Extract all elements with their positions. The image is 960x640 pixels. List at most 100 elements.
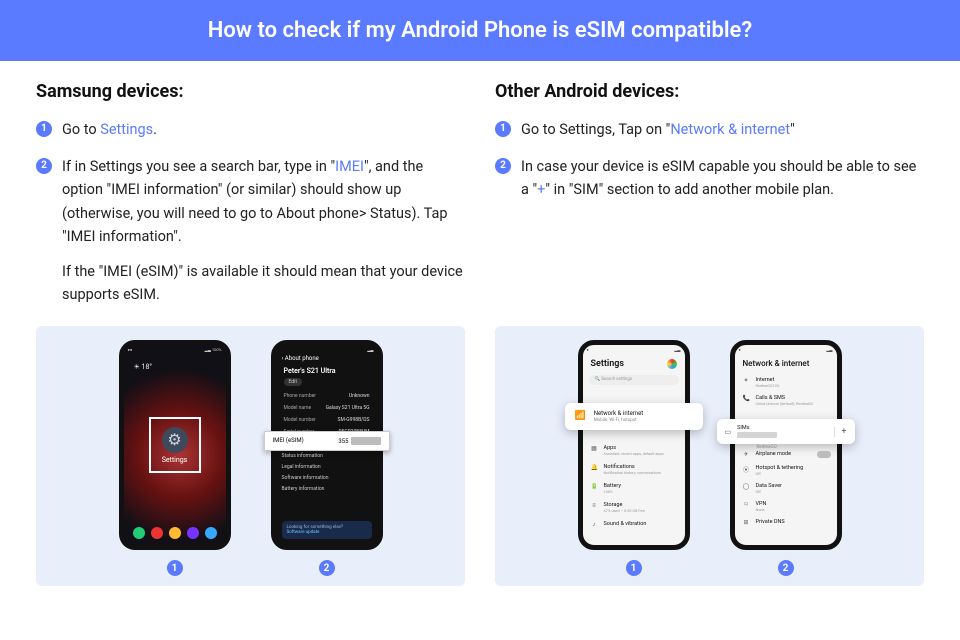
status-bar: ●▂▃: [587, 347, 681, 352]
item-icon: ≡: [591, 502, 598, 509]
other-shot-2: ●▂▃ Network & internet ✶InternetRedteaGO…: [730, 340, 842, 576]
search-field: 🔍 Search settings: [589, 375, 679, 385]
item-title: Private DNS: [756, 519, 785, 525]
item-title: Sound & vibration: [604, 521, 647, 527]
phone-settings: ●▂▃ Settings 🔍 Search settings 📶 Network…: [578, 340, 690, 550]
step: 2 In case your device is eSIM capable you…: [495, 155, 924, 201]
samsung-heading: Samsung devices:: [36, 81, 465, 102]
list-item: ▦AppsAssistant, recent apps, default app…: [591, 445, 677, 456]
step-body: In case your device is eSIM capable you …: [521, 155, 924, 201]
list-item: ✈ Airplane mode: [743, 451, 829, 458]
status-bar: ●▂▃: [739, 347, 833, 352]
other-gallery: ●▂▃ Settings 🔍 Search settings 📶 Network…: [495, 326, 924, 586]
shot-number: 2: [778, 560, 794, 576]
item-sub: Notification history, conversations: [604, 470, 661, 475]
item-icon: 📞: [743, 395, 750, 402]
status-bar: ▂▃: [280, 347, 374, 352]
item-icon: 🔔: [591, 464, 598, 471]
info-row: Legal information: [282, 464, 372, 470]
item-sub: Assistant, recent apps, default apps: [604, 451, 664, 456]
page-header: How to check if my Android Phone is eSIM…: [0, 0, 960, 61]
list-item: ◯Data SaverOff: [743, 483, 829, 494]
item-sub: 100%: [604, 489, 621, 494]
samsung-gallery: ●●▂▃ 100% ☀ 18° Settings 1 ▂▃ ‹ About ph…: [36, 326, 465, 586]
item-sub: Off: [756, 471, 804, 476]
list-item: ♪ Sound & vibration: [591, 521, 677, 528]
plus-icon: +: [834, 427, 846, 437]
shot-number: 1: [167, 560, 183, 576]
network-list-bottom: ✈Airplane mode⦿Hotspot & tetheringOff◯Da…: [743, 451, 829, 526]
help-footer: Looking for something else? Software upd…: [282, 521, 372, 539]
info-row: Model numberSM-G998B/DS: [282, 415, 372, 425]
samsung-shot-1: ●●▂▃ 100% ☀ 18° Settings 1: [119, 340, 231, 576]
info-row: Software information: [282, 475, 372, 481]
item-icon: ⌑: [743, 501, 750, 508]
list-item: ⌑VPNNone: [743, 501, 829, 512]
step-number: 1: [36, 121, 52, 137]
step: 1Go to Settings, Tap on "Network & inter…: [495, 118, 924, 141]
wifi-icon: 📶: [575, 411, 586, 421]
sims-callout: ▭ SIMs +: [717, 419, 855, 444]
sim-icon: ▭: [725, 428, 732, 436]
shot-number: 1: [626, 560, 642, 576]
item-icon: ✶: [743, 377, 750, 384]
dock-icon: [151, 527, 163, 539]
settings-label: Settings: [162, 456, 188, 464]
item-title: Airplane mode: [756, 451, 792, 457]
settings-list: ▦AppsAssistant, recent apps, default app…: [591, 445, 677, 528]
item-sub: China Unicom (default), RedteaGO: [756, 401, 814, 406]
info-row: Status information: [282, 453, 372, 459]
item-sub: 47% used – 8.52 GB free: [604, 508, 645, 513]
gear-icon: [162, 427, 188, 453]
dock: [130, 527, 220, 539]
item-icon: ◯: [743, 483, 750, 490]
item-icon: ♪: [591, 521, 598, 528]
phone-about: ▂▃ ‹ About phone Peter's S21 Ultra Edit …: [271, 340, 383, 550]
extra-rows: Status information Legal information Softw…: [282, 453, 372, 492]
imei-esim-callout: IMEI (eSIM) 355: [264, 431, 390, 451]
samsung-shot-2: ▂▃ ‹ About phone Peter's S21 Ultra Edit …: [271, 340, 383, 576]
redacted-block: [737, 432, 777, 438]
other-heading: Other Android devices:: [495, 81, 924, 102]
item-sub: None: [756, 507, 767, 512]
network-internet-callout: 📶 Network & internet Mobile, Wi-Fi, hots…: [565, 403, 703, 429]
toggle-switch: [817, 451, 831, 458]
settings-app-highlight: Settings: [149, 417, 201, 473]
weather-widget: ☀ 18°: [134, 363, 153, 371]
list-item: ✶InternetRedteaGO123: [743, 377, 829, 388]
profile-icon: [667, 359, 677, 369]
about-title: ‹ About phone: [282, 355, 319, 362]
step-number: 2: [36, 158, 52, 174]
other-shot-1: ●▂▃ Settings 🔍 Search settings 📶 Network…: [578, 340, 690, 576]
dock-icon: [205, 527, 217, 539]
list-item: ≡Storage47% used – 8.52 GB free: [591, 502, 677, 513]
item-title: Hotspot & tethering: [756, 465, 804, 471]
settings-title: Settings: [591, 359, 625, 369]
edit-pill: Edit: [284, 378, 302, 386]
info-row: Phone numberUnknown: [282, 391, 372, 401]
step-number: 2: [495, 158, 511, 174]
phone-samsung-home: ●●▂▃ 100% ☀ 18° Settings: [119, 340, 231, 550]
samsung-column: Samsung devices: 1 Go to Settings. 2If in …: [36, 81, 465, 320]
item-icon: ⦿: [743, 465, 750, 474]
phone-network: ●▂▃ Network & internet ✶InternetRedteaGO…: [730, 340, 842, 550]
device-name: Peter's S21 Ultra: [284, 367, 336, 375]
dock-icon: [187, 527, 199, 539]
other-steps: 1Go to Settings, Tap on "Network & inter…: [495, 118, 924, 202]
other-column: Other Android devices: 1Go to Settings, …: [495, 81, 924, 320]
step-number: 1: [495, 121, 511, 137]
step: 2If in Settings you see a search bar, ty…: [36, 155, 465, 306]
dock-icon: [169, 527, 181, 539]
imei-label: IMEI (eSIM): [273, 437, 304, 445]
step-body: Go to Settings.: [62, 118, 465, 141]
item-sub: Off: [756, 489, 782, 494]
item-icon: ▦: [591, 445, 598, 452]
network-title: Network & internet: [743, 359, 810, 368]
list-item: ⦿ Hotspot & tetheringOff: [743, 465, 829, 476]
info-row: Battery information: [282, 486, 372, 492]
list-item: ⊞Private DNS: [743, 519, 829, 526]
dock-icon: [133, 527, 145, 539]
item-icon: ✈: [743, 451, 750, 458]
list-item: 📞Calls & SMSChina Unicom (default), Redt…: [743, 395, 829, 406]
step: 1 Go to Settings.: [36, 118, 465, 141]
